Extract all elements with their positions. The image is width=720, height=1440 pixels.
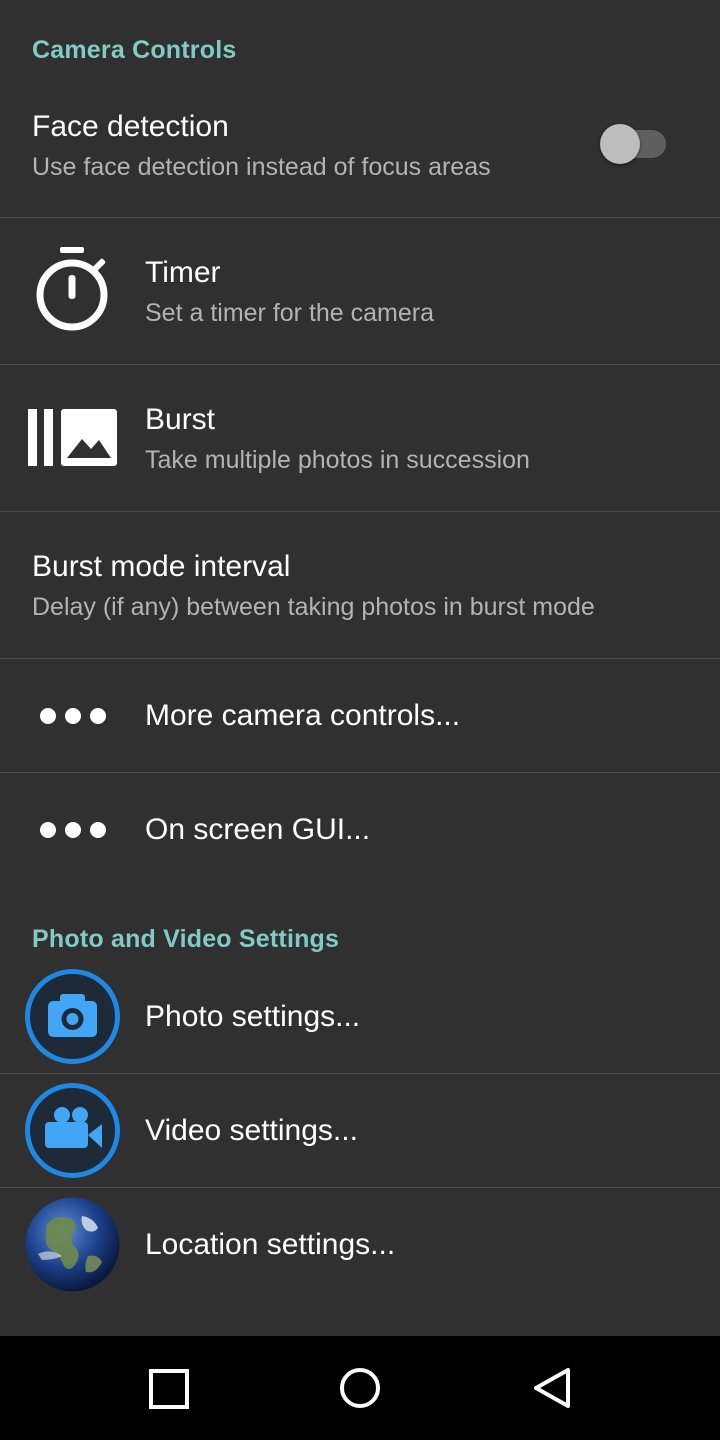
burst-interval-title: Burst mode interval	[32, 550, 291, 583]
section-header-photo-video: Photo and Video Settings	[32, 925, 340, 953]
section-header-camera-controls: Camera Controls	[32, 36, 237, 64]
burst-summary: Take multiple photos in succession	[145, 446, 530, 474]
location-settings-row[interactable]: Location settings...	[0, 1188, 720, 1302]
face-detection-title: Face detection	[32, 110, 229, 143]
timer-icon	[36, 247, 108, 331]
burst-interval-summary: Delay (if any) between taking photos in …	[32, 593, 595, 621]
camera-icon	[25, 969, 120, 1064]
video-settings-title: Video settings...	[145, 1114, 358, 1147]
home-icon[interactable]	[339, 1367, 381, 1409]
back-icon[interactable]	[531, 1367, 573, 1409]
more-icon	[40, 708, 115, 729]
face-detection-switch[interactable]	[600, 124, 666, 164]
switch-thumb	[600, 124, 640, 164]
navigation-bar	[0, 1336, 720, 1440]
more-icon	[40, 822, 115, 843]
burst-icon	[28, 409, 117, 466]
burst-title: Burst	[145, 403, 216, 436]
on-screen-gui-row[interactable]: On screen GUI...	[0, 773, 720, 887]
recents-icon[interactable]	[149, 1369, 189, 1409]
globe-icon	[25, 1197, 120, 1292]
burst-interval-row[interactable]: Burst mode interval Delay (if any) betwe…	[0, 512, 720, 659]
photo-settings-row[interactable]: Photo settings...	[0, 960, 720, 1074]
timer-summary: Set a timer for the camera	[145, 299, 435, 327]
burst-row[interactable]: Burst Take multiple photos in succession	[0, 365, 720, 512]
timer-title: Timer	[145, 256, 221, 289]
timer-row[interactable]: Timer Set a timer for the camera	[0, 218, 720, 365]
on-screen-gui-title: On screen GUI...	[145, 813, 371, 846]
face-detection-summary: Use face detection instead of focus area…	[32, 153, 491, 181]
more-camera-controls-row[interactable]: More camera controls...	[0, 659, 720, 773]
photo-settings-title: Photo settings...	[145, 1000, 361, 1033]
location-settings-title: Location settings...	[145, 1228, 396, 1261]
video-settings-row[interactable]: Video settings...	[0, 1074, 720, 1188]
face-detection-row[interactable]: Face detection Use face detection instea…	[0, 90, 720, 218]
more-camera-controls-title: More camera controls...	[145, 699, 461, 732]
video-camera-icon	[25, 1083, 120, 1178]
